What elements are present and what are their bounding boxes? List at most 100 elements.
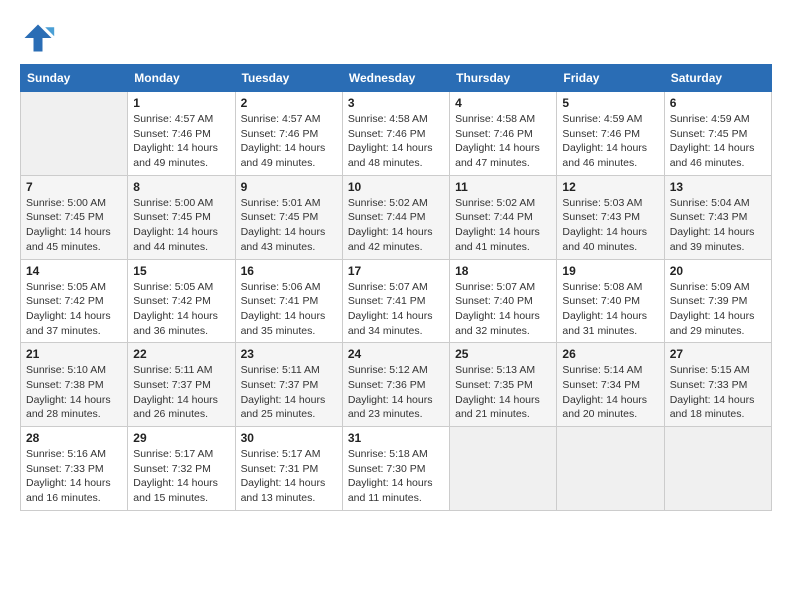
day-info: Sunrise: 5:08 AM Sunset: 7:40 PM Dayligh… bbox=[562, 280, 658, 339]
calendar-cell: 23Sunrise: 5:11 AM Sunset: 7:37 PM Dayli… bbox=[235, 343, 342, 427]
day-info: Sunrise: 4:59 AM Sunset: 7:45 PM Dayligh… bbox=[670, 112, 766, 171]
day-info: Sunrise: 5:18 AM Sunset: 7:30 PM Dayligh… bbox=[348, 447, 444, 506]
day-number: 16 bbox=[241, 264, 337, 278]
day-info: Sunrise: 4:57 AM Sunset: 7:46 PM Dayligh… bbox=[133, 112, 229, 171]
day-info: Sunrise: 4:58 AM Sunset: 7:46 PM Dayligh… bbox=[348, 112, 444, 171]
calendar-cell: 10 Sunrise: 5:02 AM Sunset: 7:44 PM Dayli… bbox=[342, 175, 449, 259]
calendar-cell: 31 Sunrise: 5:18 AM Sunset: 7:30 PM Dayli… bbox=[342, 427, 449, 511]
day-info: Sunrise: 5:17 AM Sunset: 7:32 PM Dayligh… bbox=[133, 447, 229, 506]
calendar-header-sunday: Sunday bbox=[21, 65, 128, 92]
calendar-cell: 22 Sunrise: 5:11 AM Sunset: 7:37 PM Dayli… bbox=[128, 343, 235, 427]
day-number: 13 bbox=[670, 180, 766, 194]
calendar-cell: 25Sunrise: 5:13 AM Sunset: 7:35 PM Dayli… bbox=[450, 343, 557, 427]
day-info: Sunrise: 5:13 AM Sunset: 7:35 PM Dayligh… bbox=[455, 363, 551, 422]
day-number: 15 bbox=[133, 264, 229, 278]
day-info: Sunrise: 5:06 AM Sunset: 7:41 PM Dayligh… bbox=[241, 280, 337, 339]
day-info: Sunrise: 5:07 AM Sunset: 7:41 PM Dayligh… bbox=[348, 280, 444, 339]
day-number: 3 bbox=[348, 96, 444, 110]
day-number: 1 bbox=[133, 96, 229, 110]
calendar-week-row: 1 Sunrise: 4:57 AM Sunset: 7:46 PM Daylig… bbox=[21, 92, 772, 176]
day-number: 19 bbox=[562, 264, 658, 278]
day-info: Sunrise: 5:04 AM Sunset: 7:43 PM Dayligh… bbox=[670, 196, 766, 255]
day-info: Sunrise: 5:16 AM Sunset: 7:33 PM Dayligh… bbox=[26, 447, 122, 506]
day-info: Sunrise: 5:15 AM Sunset: 7:33 PM Dayligh… bbox=[670, 363, 766, 422]
calendar-header-wednesday: Wednesday bbox=[342, 65, 449, 92]
day-number: 28 bbox=[26, 431, 122, 445]
calendar-cell: 1 Sunrise: 4:57 AM Sunset: 7:46 PM Daylig… bbox=[128, 92, 235, 176]
calendar-week-row: 21 Sunrise: 5:10 AM Sunset: 7:38 PM Dayli… bbox=[21, 343, 772, 427]
calendar-cell: 14 Sunrise: 5:05 AM Sunset: 7:42 PM Dayli… bbox=[21, 259, 128, 343]
day-number: 4 bbox=[455, 96, 551, 110]
day-info: Sunrise: 4:57 AM Sunset: 7:46 PM Dayligh… bbox=[241, 112, 337, 171]
calendar-cell bbox=[21, 92, 128, 176]
calendar-cell: 21 Sunrise: 5:10 AM Sunset: 7:38 PM Dayli… bbox=[21, 343, 128, 427]
day-number: 12 bbox=[562, 180, 658, 194]
calendar-cell: 27 Sunrise: 5:15 AM Sunset: 7:33 PM Dayli… bbox=[664, 343, 771, 427]
calendar-cell: 15 Sunrise: 5:05 AM Sunset: 7:42 PM Dayli… bbox=[128, 259, 235, 343]
calendar-cell: 16 Sunrise: 5:06 AM Sunset: 7:41 PM Dayli… bbox=[235, 259, 342, 343]
day-info: Sunrise: 5:12 AM Sunset: 7:36 PM Dayligh… bbox=[348, 363, 444, 422]
calendar-week-row: 14 Sunrise: 5:05 AM Sunset: 7:42 PM Dayli… bbox=[21, 259, 772, 343]
day-number: 7 bbox=[26, 180, 122, 194]
calendar-cell: 9Sunrise: 5:01 AM Sunset: 7:45 PM Daylig… bbox=[235, 175, 342, 259]
day-info: Sunrise: 5:10 AM Sunset: 7:38 PM Dayligh… bbox=[26, 363, 122, 422]
calendar-cell: 30Sunrise: 5:17 AM Sunset: 7:31 PM Dayli… bbox=[235, 427, 342, 511]
calendar-header-monday: Monday bbox=[128, 65, 235, 92]
calendar-cell: 17 Sunrise: 5:07 AM Sunset: 7:41 PM Dayli… bbox=[342, 259, 449, 343]
day-number: 5 bbox=[562, 96, 658, 110]
day-number: 11 bbox=[455, 180, 551, 194]
page-header bbox=[20, 20, 772, 56]
day-info: Sunrise: 5:11 AM Sunset: 7:37 PM Dayligh… bbox=[133, 363, 229, 422]
day-info: Sunrise: 4:59 AM Sunset: 7:46 PM Dayligh… bbox=[562, 112, 658, 171]
calendar-header-saturday: Saturday bbox=[664, 65, 771, 92]
calendar-cell: 26Sunrise: 5:14 AM Sunset: 7:34 PM Dayli… bbox=[557, 343, 664, 427]
calendar-table: SundayMondayTuesdayWednesdayThursdayFrid… bbox=[20, 64, 772, 511]
calendar-header-row: SundayMondayTuesdayWednesdayThursdayFrid… bbox=[21, 65, 772, 92]
day-info: Sunrise: 4:58 AM Sunset: 7:46 PM Dayligh… bbox=[455, 112, 551, 171]
calendar-cell: 2 Sunrise: 4:57 AM Sunset: 7:46 PM Daylig… bbox=[235, 92, 342, 176]
day-number: 20 bbox=[670, 264, 766, 278]
calendar-cell: 4 Sunrise: 4:58 AM Sunset: 7:46 PM Daylig… bbox=[450, 92, 557, 176]
day-number: 30 bbox=[241, 431, 337, 445]
day-number: 18 bbox=[455, 264, 551, 278]
day-info: Sunrise: 5:02 AM Sunset: 7:44 PM Dayligh… bbox=[348, 196, 444, 255]
day-number: 6 bbox=[670, 96, 766, 110]
calendar-cell: 5 Sunrise: 4:59 AM Sunset: 7:46 PM Daylig… bbox=[557, 92, 664, 176]
day-info: Sunrise: 5:00 AM Sunset: 7:45 PM Dayligh… bbox=[133, 196, 229, 255]
calendar-cell bbox=[450, 427, 557, 511]
day-info: Sunrise: 5:05 AM Sunset: 7:42 PM Dayligh… bbox=[26, 280, 122, 339]
calendar-cell: 7 Sunrise: 5:00 AM Sunset: 7:45 PM Daylig… bbox=[21, 175, 128, 259]
calendar-cell: 24 Sunrise: 5:12 AM Sunset: 7:36 PM Dayli… bbox=[342, 343, 449, 427]
day-info: Sunrise: 5:00 AM Sunset: 7:45 PM Dayligh… bbox=[26, 196, 122, 255]
calendar-cell: 20 Sunrise: 5:09 AM Sunset: 7:39 PM Dayli… bbox=[664, 259, 771, 343]
calendar-cell: 19 Sunrise: 5:08 AM Sunset: 7:40 PM Dayli… bbox=[557, 259, 664, 343]
calendar-cell: 11Sunrise: 5:02 AM Sunset: 7:44 PM Dayli… bbox=[450, 175, 557, 259]
day-info: Sunrise: 5:05 AM Sunset: 7:42 PM Dayligh… bbox=[133, 280, 229, 339]
day-number: 29 bbox=[133, 431, 229, 445]
day-number: 26 bbox=[562, 347, 658, 361]
calendar-header-friday: Friday bbox=[557, 65, 664, 92]
day-number: 24 bbox=[348, 347, 444, 361]
calendar-cell: 3 Sunrise: 4:58 AM Sunset: 7:46 PM Daylig… bbox=[342, 92, 449, 176]
day-info: Sunrise: 5:03 AM Sunset: 7:43 PM Dayligh… bbox=[562, 196, 658, 255]
calendar-cell: 13 Sunrise: 5:04 AM Sunset: 7:43 PM Dayli… bbox=[664, 175, 771, 259]
day-number: 17 bbox=[348, 264, 444, 278]
day-number: 27 bbox=[670, 347, 766, 361]
day-number: 10 bbox=[348, 180, 444, 194]
day-number: 14 bbox=[26, 264, 122, 278]
calendar-cell: 8 Sunrise: 5:00 AM Sunset: 7:45 PM Daylig… bbox=[128, 175, 235, 259]
day-number: 8 bbox=[133, 180, 229, 194]
logo-icon bbox=[20, 20, 56, 56]
calendar-cell bbox=[557, 427, 664, 511]
calendar-cell: 28 Sunrise: 5:16 AM Sunset: 7:33 PM Dayli… bbox=[21, 427, 128, 511]
day-number: 21 bbox=[26, 347, 122, 361]
calendar-cell: 6 Sunrise: 4:59 AM Sunset: 7:45 PM Daylig… bbox=[664, 92, 771, 176]
day-number: 2 bbox=[241, 96, 337, 110]
calendar-header-tuesday: Tuesday bbox=[235, 65, 342, 92]
calendar-header-thursday: Thursday bbox=[450, 65, 557, 92]
day-info: Sunrise: 5:09 AM Sunset: 7:39 PM Dayligh… bbox=[670, 280, 766, 339]
day-number: 22 bbox=[133, 347, 229, 361]
day-info: Sunrise: 5:07 AM Sunset: 7:40 PM Dayligh… bbox=[455, 280, 551, 339]
calendar-week-row: 28 Sunrise: 5:16 AM Sunset: 7:33 PM Dayli… bbox=[21, 427, 772, 511]
day-number: 31 bbox=[348, 431, 444, 445]
